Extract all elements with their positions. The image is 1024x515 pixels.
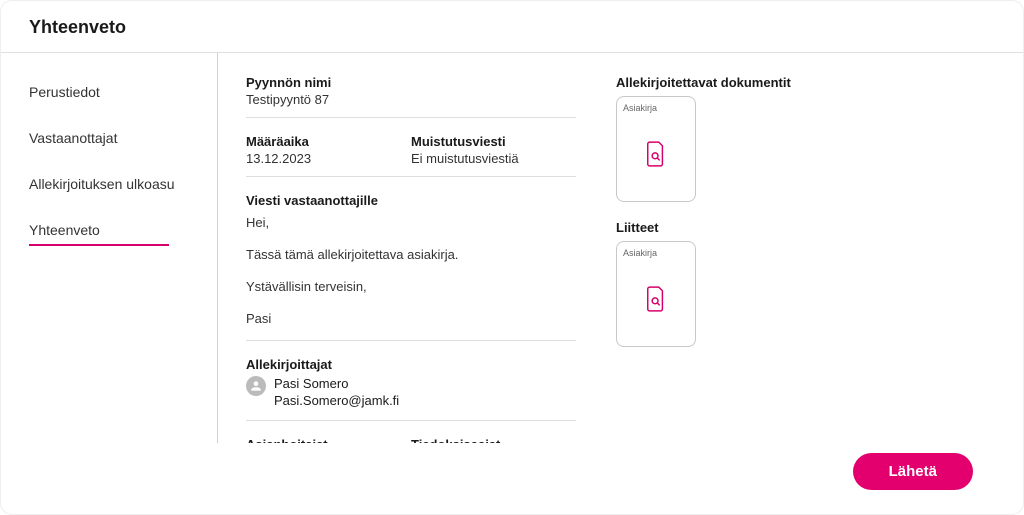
sidebar-item-signature-appearance[interactable]: Allekirjoituksen ulkoasu [29,167,175,203]
document-card-sign[interactable]: Asiakirja [616,96,696,202]
sign-documents-label: Allekirjoitettavat dokumentit [616,75,1023,90]
reminder-value: Ei muistutusviestiä [411,151,576,166]
signers-label: Allekirjoittajat [246,357,576,372]
message-body: Hei, Tässä tämä allekirjoitettava asiaki… [246,212,576,330]
request-name-label: Pyynnön nimi [246,75,576,90]
signer-email: Pasi.Somero@jamk.fi [274,393,399,410]
document-search-icon [645,141,667,167]
reminder-label: Muistutusviesti [411,134,576,149]
send-button[interactable]: Lähetä [853,453,973,490]
message-line: Hei, [246,212,576,234]
deadline-value: 13.12.2023 [246,151,411,166]
document-name: Asiakirja [623,103,689,113]
sidebar-item-summary[interactable]: Yhteenveto [29,213,169,246]
avatar-icon [246,376,266,396]
document-card-attachment[interactable]: Asiakirja [616,241,696,347]
sidebar-item-basics[interactable]: Perustiedot [29,75,100,111]
attachments-label: Liitteet [616,220,1023,235]
signer-row: Pasi Somero Pasi.Somero@jamk.fi [246,376,576,410]
request-name-value: Testipyyntö 87 [246,92,576,107]
message-line: Tässä tämä allekirjoitettava asiakirja. [246,244,576,266]
signer-name: Pasi Somero [274,376,399,393]
sidebar-item-recipients[interactable]: Vastaanottajat [29,121,117,157]
message-label: Viesti vastaanottajille [246,193,576,208]
page-title: Yhteenveto [29,17,995,38]
deadline-label: Määräaika [246,134,411,149]
sidebar: Perustiedot Vastaanottajat Allekirjoituk… [1,53,217,443]
document-search-icon [645,286,667,312]
message-line: Pasi [246,308,576,330]
document-name: Asiakirja [623,248,689,258]
message-line: Ystävällisin terveisin, [246,276,576,298]
